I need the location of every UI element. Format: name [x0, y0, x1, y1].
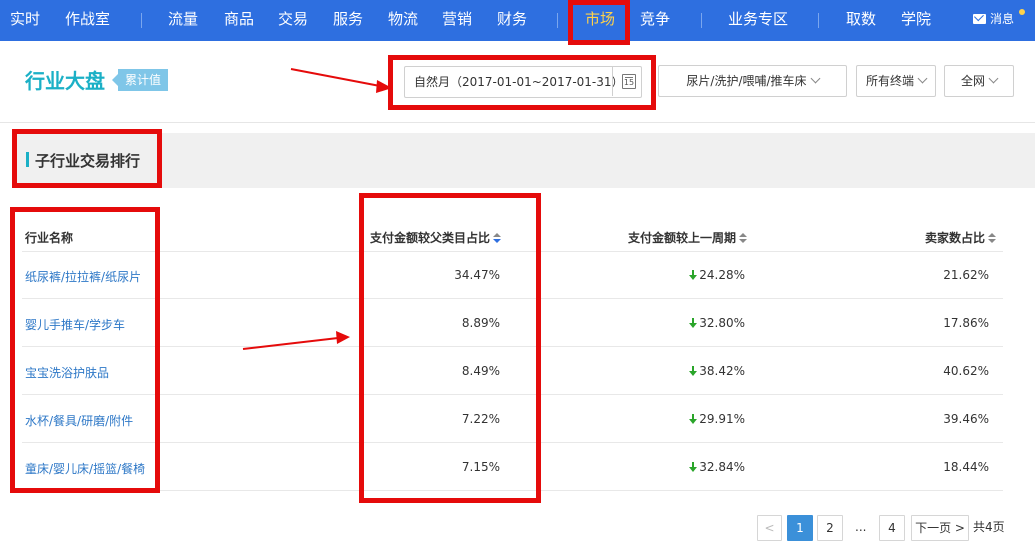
seller-share-value: 18.44% [943, 460, 989, 474]
annotation-box-market-tab [568, 0, 630, 45]
column-header-seller-share[interactable]: 卖家数占比 [925, 229, 997, 246]
nav-item-service[interactable]: 服务 [333, 0, 363, 41]
nav-item-business-zone[interactable]: 业务专区 [728, 0, 788, 41]
nav-separator [141, 13, 142, 28]
nav-item-logistics[interactable]: 物流 [388, 0, 418, 41]
market-page: 实时 作战室 流量 商品 交易 服务 物流 营销 财务 市场 竞争 业务专区 取… [0, 0, 1035, 551]
notification-dot [1019, 9, 1025, 15]
terminal-select-label: 所有终端 [866, 74, 915, 88]
terminal-select[interactable]: 所有终端 [856, 65, 936, 97]
column-header-seller-share-label: 卖家数占比 [925, 231, 986, 245]
arrow-down-icon [689, 270, 698, 280]
period-change-value: 32.80% [689, 316, 745, 330]
seller-share-value: 21.62% [943, 268, 989, 282]
message-link[interactable]: 消息 [973, 0, 1014, 41]
sort-icon[interactable] [988, 233, 997, 243]
arrow-down-icon [689, 462, 698, 472]
pager-page-2[interactable]: 2 [817, 515, 843, 541]
page-title: 行业大盘 [25, 69, 105, 93]
annotation-box-section-title [12, 129, 162, 188]
category-select[interactable]: 尿片/洗护/喂哺/推车床 [658, 65, 847, 97]
nav-item-competition[interactable]: 竞争 [640, 0, 670, 41]
pager-next-button[interactable]: 下一页 > [911, 515, 969, 541]
period-change-value: 29.91% [689, 412, 745, 426]
seller-share-value: 17.86% [943, 316, 989, 330]
period-change-number: 29.91% [699, 412, 745, 426]
nav-item-marketing[interactable]: 营销 [442, 0, 472, 41]
period-change-value: 32.84% [689, 460, 745, 474]
category-select-label: 尿片/洗护/喂哺/推车床 [686, 74, 807, 88]
nav-separator [818, 13, 819, 28]
scope-select[interactable]: 全网 [944, 65, 1014, 97]
nav-separator [701, 13, 702, 28]
nav-item-data-fetch[interactable]: 取数 [846, 0, 876, 41]
seller-share-value: 39.46% [943, 412, 989, 426]
annotation-box-industry-column [10, 207, 160, 493]
period-change-number: 32.84% [699, 460, 745, 474]
column-header-period-change[interactable]: 支付金额较上一周期 [628, 229, 748, 246]
mail-icon [973, 14, 986, 24]
nav-item-finance[interactable]: 财务 [497, 0, 527, 41]
annotation-box-date-range [388, 55, 656, 110]
arrow-down-icon [689, 318, 698, 328]
nav-item-war-room[interactable]: 作战室 [65, 0, 110, 41]
period-change-value: 24.28% [689, 268, 745, 282]
column-header-period-change-label: 支付金额较上一周期 [628, 231, 737, 245]
arrow-down-icon [689, 414, 698, 424]
chevron-down-icon [988, 73, 999, 84]
sort-icon[interactable] [739, 233, 748, 243]
cumulative-tag: 累计值 [111, 69, 169, 91]
pager-page-1[interactable]: 1 [787, 515, 813, 541]
nav-item-realtime[interactable]: 实时 [10, 0, 40, 41]
chevron-down-icon [810, 73, 821, 84]
period-change-number: 38.42% [699, 364, 745, 378]
arrow-down-icon [689, 366, 698, 376]
chevron-down-icon [917, 73, 928, 84]
annotation-box-share-column [359, 193, 541, 503]
nav-item-trade[interactable]: 交易 [278, 0, 308, 41]
pager-prev-button[interactable]: < [757, 515, 782, 541]
period-change-number: 32.80% [699, 316, 745, 330]
scope-select-label: 全网 [960, 74, 985, 88]
period-change-value: 38.42% [689, 364, 745, 378]
seller-share-value: 40.62% [943, 364, 989, 378]
top-nav: 实时 作战室 流量 商品 交易 服务 物流 营销 财务 市场 竞争 业务专区 取… [0, 0, 1035, 41]
period-change-number: 24.28% [699, 268, 745, 282]
pager-total: 共4页 [973, 520, 1005, 534]
nav-item-product[interactable]: 商品 [224, 0, 254, 41]
nav-item-academy[interactable]: 学院 [901, 0, 931, 41]
message-label: 消息 [990, 12, 1015, 26]
pager-page-4[interactable]: 4 [879, 515, 905, 541]
nav-item-traffic[interactable]: 流量 [168, 0, 198, 41]
pager-ellipsis: ... [855, 520, 867, 534]
nav-separator [557, 13, 558, 28]
section-header [12, 133, 1035, 188]
